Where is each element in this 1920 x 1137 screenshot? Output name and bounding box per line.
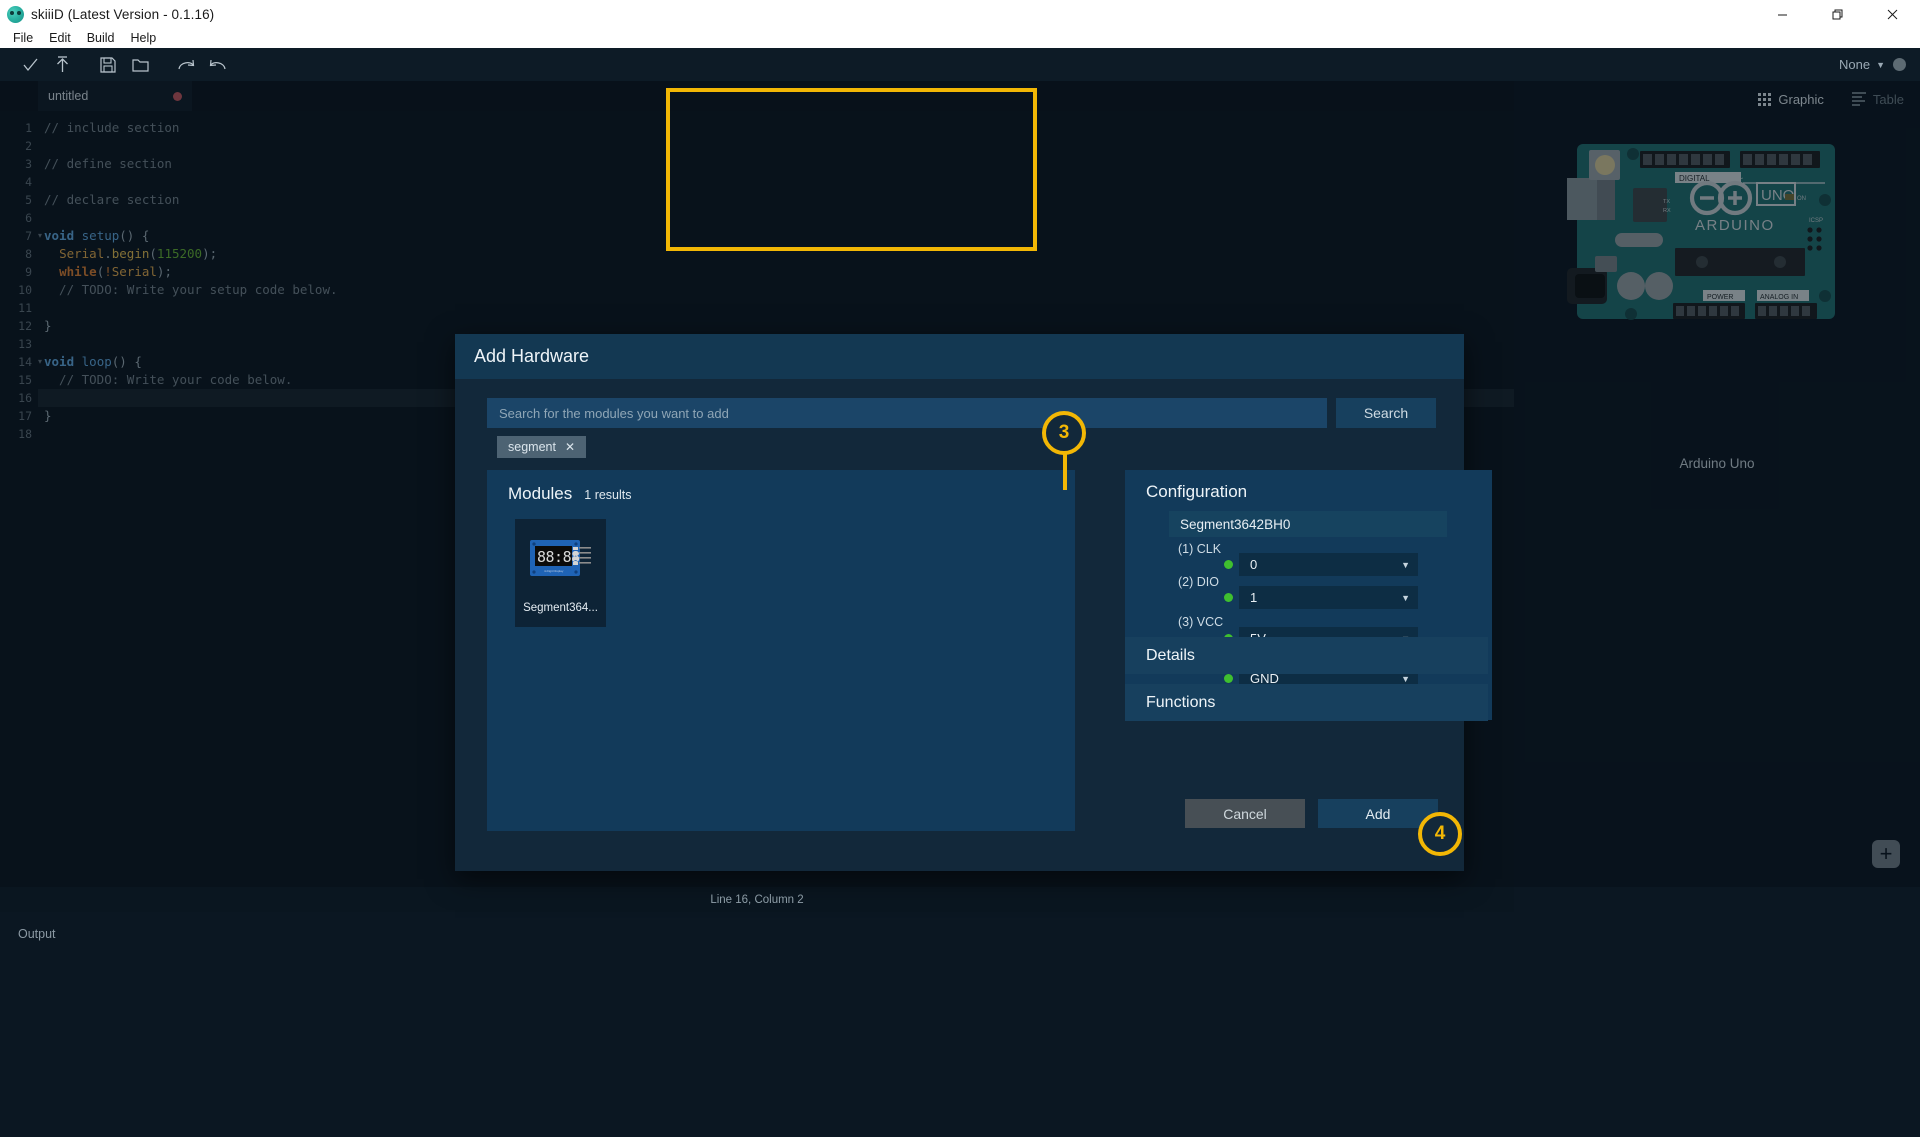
annotation-leader-line bbox=[1063, 452, 1067, 490]
menu-build[interactable]: Build bbox=[79, 28, 123, 48]
folder-icon bbox=[131, 58, 149, 72]
window-title: skiiiD (Latest Version - 0.1.16) bbox=[31, 6, 215, 22]
pin-label-clk: (1) CLK bbox=[1178, 542, 1222, 556]
search-input[interactable] bbox=[487, 398, 1327, 428]
search-tag-segment[interactable]: segment ✕ bbox=[497, 436, 587, 458]
cancel-button[interactable]: Cancel bbox=[1185, 799, 1305, 828]
undo-button[interactable] bbox=[202, 51, 234, 79]
check-icon bbox=[22, 58, 38, 72]
output-panel: Output bbox=[0, 912, 1920, 1137]
configuration-panel: Configuration Segment3642BH0 (1) CLK 0 ▼… bbox=[1125, 470, 1492, 720]
output-label: Output bbox=[18, 927, 56, 941]
svg-text:4-Digit Display: 4-Digit Display bbox=[544, 569, 564, 573]
annotation-badge-3: 3 bbox=[1042, 411, 1086, 455]
functions-accordion[interactable]: Functions bbox=[1125, 684, 1488, 721]
title-bar: skiiiD (Latest Version - 0.1.16) bbox=[0, 0, 1920, 28]
board-selector-label: None bbox=[1839, 57, 1871, 72]
search-tag-list: segment ✕ bbox=[497, 436, 587, 458]
pin-label-dio: (2) DIO bbox=[1178, 575, 1219, 589]
open-button[interactable] bbox=[124, 51, 156, 79]
dialog-body: Search segment ✕ Modules 1 results bbox=[455, 379, 1492, 871]
pin-select-clk-value: 0 bbox=[1250, 557, 1258, 572]
cursor-position-label: Line 16, Column 2 bbox=[710, 893, 804, 906]
minimize-button[interactable] bbox=[1755, 0, 1810, 28]
pin-select-dio-value: 1 bbox=[1250, 590, 1258, 605]
dialog-footer: Cancel Add bbox=[1185, 799, 1438, 828]
modules-results-pane: Modules 1 results 88:88 4-Digit Display … bbox=[487, 470, 1075, 831]
modules-header: Modules 1 results bbox=[508, 484, 632, 504]
menu-file[interactable]: File bbox=[5, 28, 41, 48]
floppy-disk-icon bbox=[100, 56, 116, 73]
details-accordion-label: Details bbox=[1146, 646, 1195, 664]
pin-label-vcc: (3) VCC bbox=[1178, 615, 1224, 629]
app-logo-icon bbox=[7, 5, 24, 23]
verify-button[interactable] bbox=[14, 51, 46, 79]
module-card-name: Segment364... bbox=[523, 602, 598, 614]
search-button[interactable]: Search bbox=[1336, 398, 1436, 428]
redo-button[interactable] bbox=[170, 51, 202, 79]
menu-bar: File Edit Build Help bbox=[0, 28, 1920, 48]
pin-status-dot-gnd bbox=[1224, 674, 1233, 683]
redo-arrow-icon bbox=[178, 59, 195, 69]
module-card[interactable]: 88:88 4-Digit Display Segment364... bbox=[515, 519, 606, 627]
annotation-badge-4: 4 bbox=[1418, 812, 1462, 856]
pin-status-dot-clk bbox=[1224, 560, 1233, 569]
dialog-title: Add Hardware bbox=[474, 346, 590, 366]
configuration-module-name: Segment3642BH0 bbox=[1169, 511, 1447, 537]
application-window: skiiiD (Latest Version - 0.1.16) File Ed… bbox=[0, 0, 1920, 1137]
arrow-up-icon bbox=[56, 56, 68, 72]
menu-help[interactable]: Help bbox=[123, 28, 165, 48]
tag-label: segment bbox=[508, 440, 556, 454]
chevron-down-icon: ▼ bbox=[1401, 673, 1410, 684]
pin-select-clk[interactable]: 0 ▼ bbox=[1239, 553, 1418, 576]
board-selector[interactable]: None ▼ bbox=[1839, 48, 1906, 81]
pin-status-dot-dio bbox=[1224, 593, 1233, 602]
restore-button[interactable] bbox=[1810, 0, 1865, 28]
add-hardware-dialog: Add Hardware Search segment ✕ Modules 1 … bbox=[455, 334, 1492, 871]
status-bar: Line 16, Column 2 bbox=[0, 887, 1514, 912]
save-button[interactable] bbox=[92, 51, 124, 79]
functions-accordion-label: Functions bbox=[1146, 693, 1216, 711]
close-icon[interactable]: ✕ bbox=[565, 440, 575, 454]
close-button[interactable] bbox=[1865, 0, 1920, 28]
details-accordion[interactable]: Details bbox=[1125, 637, 1488, 674]
upload-button[interactable] bbox=[46, 51, 78, 79]
undo-arrow-icon bbox=[209, 59, 226, 69]
seven-segment-display-thumbnail: 88:88 4-Digit Display bbox=[529, 540, 591, 576]
pin-select-dio[interactable]: 1 ▼ bbox=[1239, 586, 1418, 609]
search-row: Search bbox=[487, 398, 1436, 428]
chevron-down-icon: ▼ bbox=[1876, 59, 1885, 70]
chevron-down-icon: ▼ bbox=[1401, 559, 1410, 570]
connection-status-indicator bbox=[1893, 58, 1906, 71]
modules-result-count: 1 results bbox=[584, 488, 632, 502]
toolbar: None ▼ bbox=[0, 48, 1920, 81]
modules-title: Modules bbox=[508, 484, 573, 503]
chevron-down-icon: ▼ bbox=[1401, 592, 1410, 603]
configuration-title: Configuration bbox=[1146, 482, 1248, 501]
menu-edit[interactable]: Edit bbox=[41, 28, 79, 48]
dialog-header: Add Hardware bbox=[455, 334, 1464, 379]
